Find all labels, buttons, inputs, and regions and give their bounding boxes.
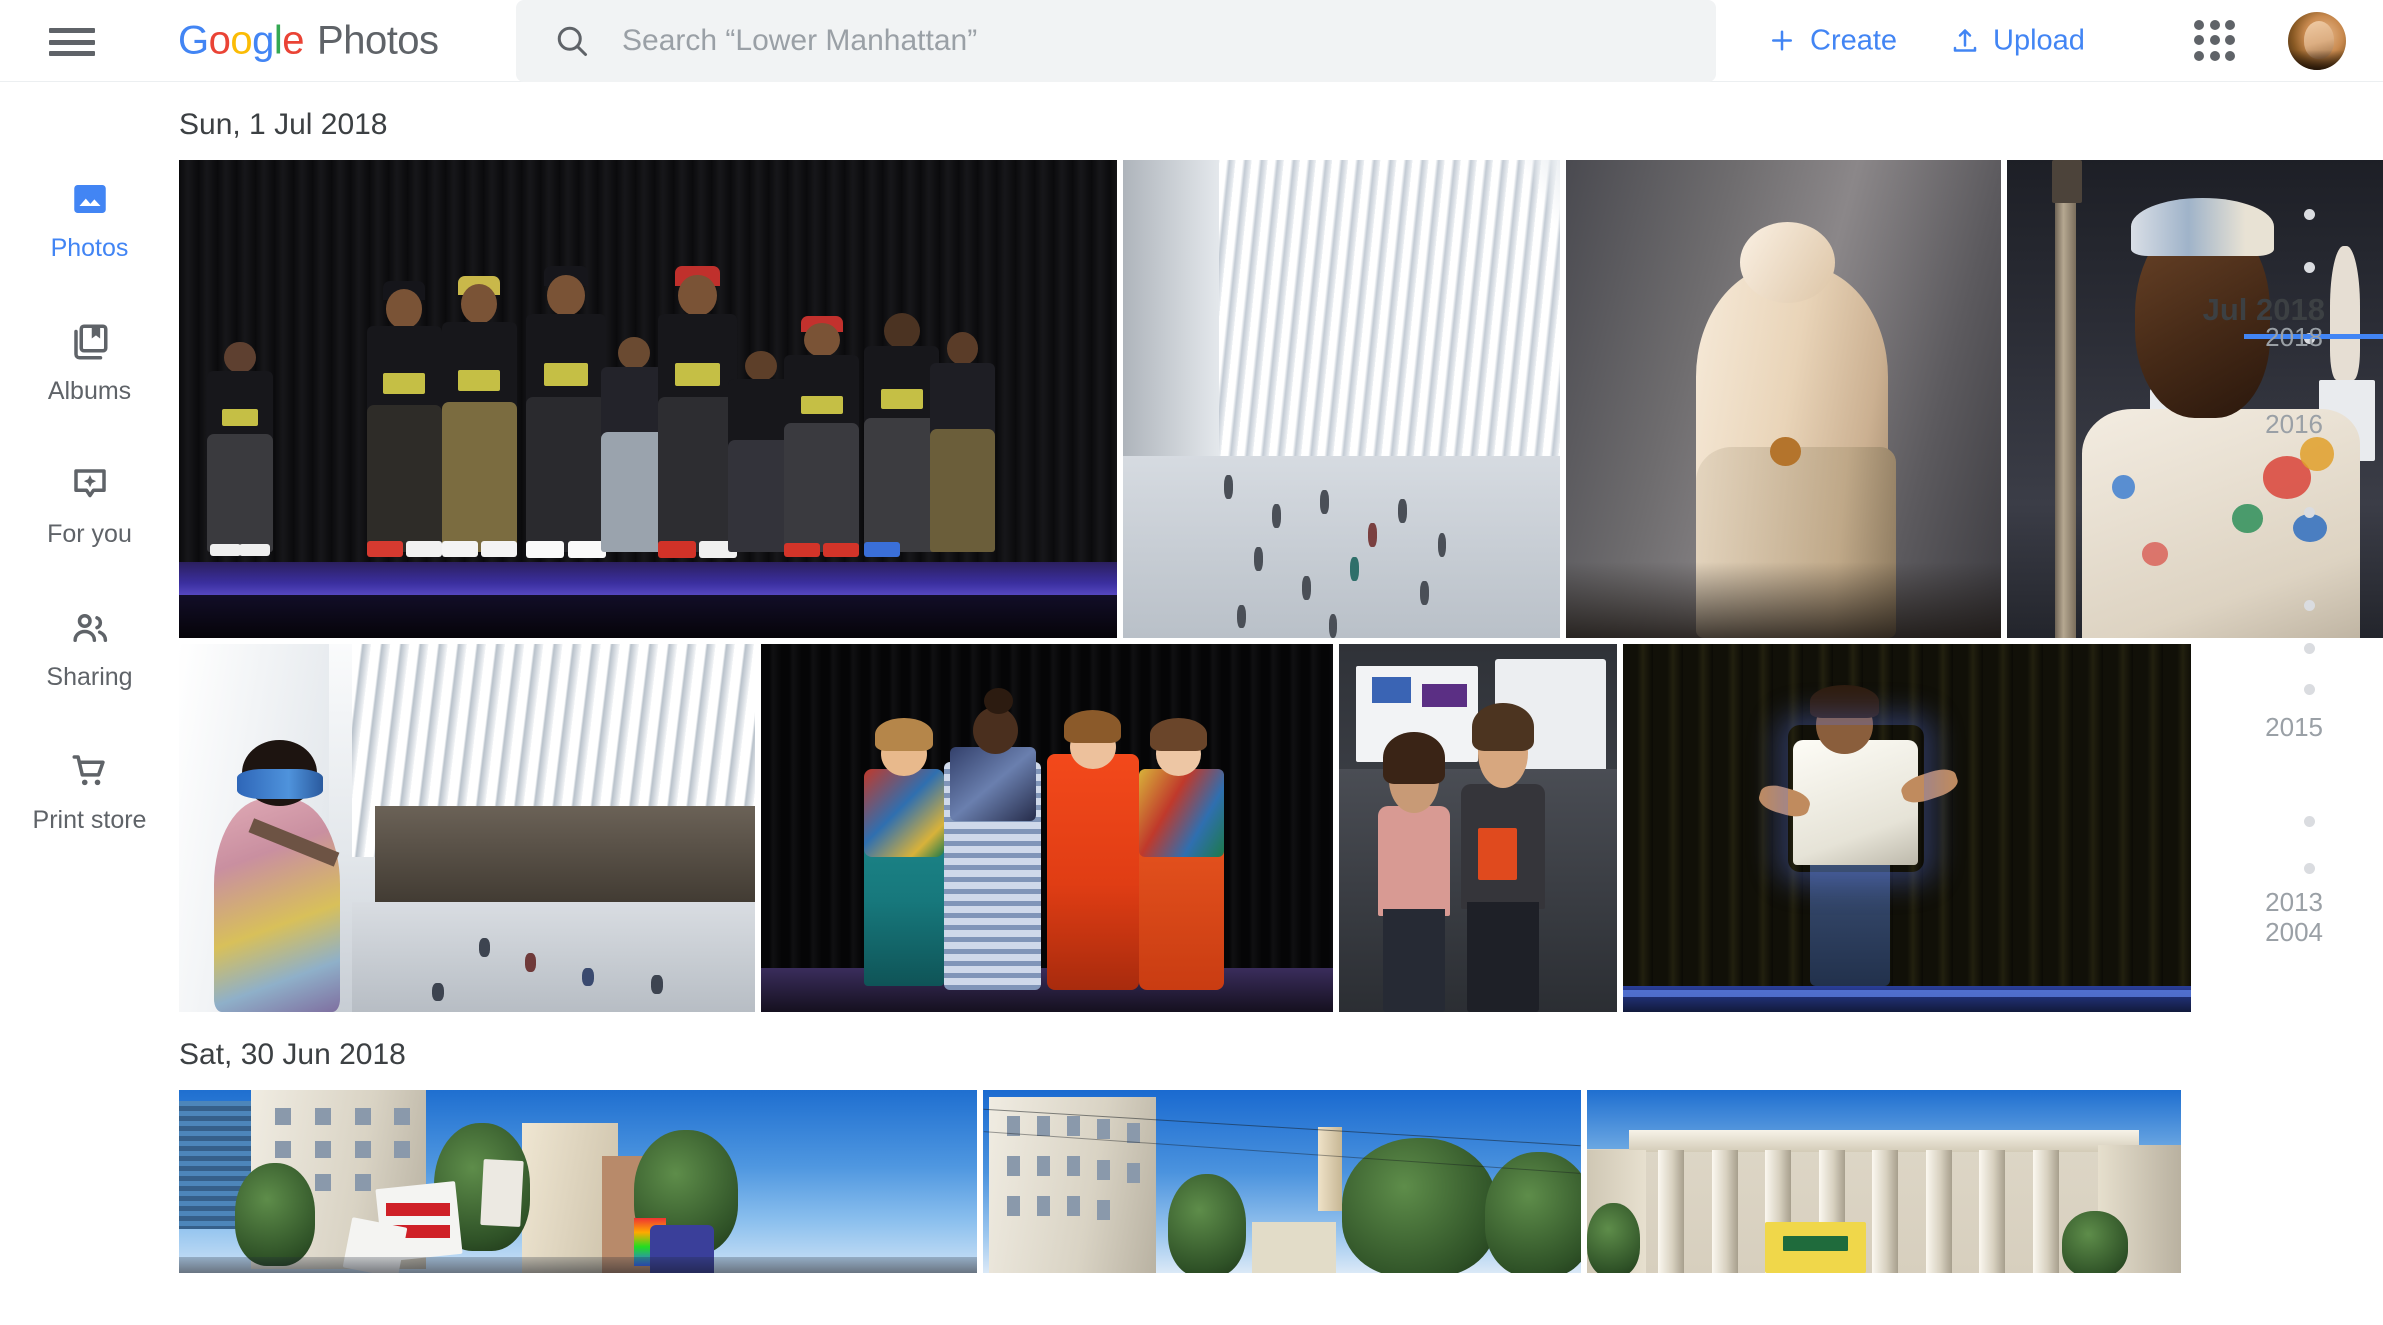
sidebar-item-label: Photos (50, 234, 129, 262)
scrubber-marker-dot[interactable] (2304, 600, 2315, 611)
photos-icon (69, 176, 111, 222)
search-input[interactable] (622, 24, 1522, 58)
photo-timeline: Sun, 1 Jul 2018 Sat, 30 Jun 2018 (179, 82, 2383, 1325)
apps-grid-dot (2209, 50, 2220, 61)
photo-couple-dancing-on-street[interactable] (1339, 644, 1617, 1012)
photo-thumbnail (983, 1090, 1581, 1273)
google-photos-logo[interactable]: G o o g l e Photos (178, 18, 439, 63)
sharing-icon (69, 605, 111, 651)
hamburger-bar (49, 28, 95, 33)
apps-grid-dot (2225, 50, 2236, 61)
scrubber-marker-dot[interactable] (2304, 863, 2315, 874)
logo-letter: G (178, 18, 209, 62)
logo-letter: g (252, 18, 274, 62)
photo-woman-overlooking-oculus-atrium[interactable] (179, 644, 755, 1012)
date-header: Sat, 30 Jun 2018 (179, 1038, 406, 1071)
scrubber-year-label[interactable]: 2018 (2265, 322, 2323, 353)
apps-grid-dot (2194, 50, 2204, 61)
scrubber-marker-dot[interactable] (2304, 816, 2315, 827)
photo-row (179, 160, 2383, 638)
photo-human-rights-protest-march[interactable] (179, 1090, 977, 1273)
upload-icon (1953, 29, 1977, 52)
search-icon (557, 26, 587, 56)
scrubber-year-label[interactable]: 2013 (2265, 887, 2323, 918)
upload-button[interactable]: Upload (1950, 24, 2085, 57)
photo-thumbnail (179, 1090, 977, 1273)
photo-thumbnail (1565, 160, 2001, 638)
scrubber-year-label[interactable]: 2004 (2265, 917, 2323, 948)
sidebar-navigation: Photos Albums For you Sharing Print stor… (0, 82, 179, 1325)
sidebar-item-albums[interactable]: Albums (0, 319, 179, 406)
hamburger-bar (49, 51, 95, 56)
scrubber-year-label[interactable]: 2015 (2265, 712, 2323, 743)
scrubber-marker-dot[interactable] (2304, 684, 2315, 695)
photo-thumbnail (179, 644, 755, 1012)
logo-letter: l (273, 18, 283, 62)
logo-product-name: Photos (317, 18, 439, 62)
photo-thumbnail (1339, 644, 1617, 1012)
photo-solo-dancer-white-shirt-stage[interactable] (1623, 644, 2191, 1012)
logo-letter: o (230, 18, 253, 62)
top-app-bar: G o o g l e Photos Create Upload (0, 0, 2383, 82)
logo-letter: e (282, 18, 305, 62)
create-button-label: Create (1810, 24, 1898, 56)
plus-icon (1772, 30, 1792, 51)
print-store-icon (69, 748, 111, 794)
avatar[interactable] (2288, 11, 2346, 70)
photo-marble-statue-with-apple[interactable] (1565, 160, 2001, 638)
apps-grid-dot (2209, 35, 2220, 46)
logo-letter: o (208, 18, 231, 62)
scrubber-marker-dot[interactable] (2304, 507, 2315, 518)
scrubber-marker-dot[interactable] (2304, 262, 2315, 273)
apps-grid-dot (2194, 35, 2204, 46)
apps-grid-icon[interactable] (2188, 14, 2242, 68)
sidebar-item-sharing[interactable]: Sharing (0, 605, 179, 692)
photo-thumbnail (179, 160, 1118, 638)
apps-grid-dot (2225, 19, 2236, 30)
photo-thumbnail (1623, 644, 2191, 1012)
upload-button-label: Upload (1993, 24, 2085, 56)
sidebar-item-print-store[interactable]: Print store (0, 748, 179, 835)
sidebar-item-label: Print store (32, 806, 147, 834)
photo-hip-hop-dance-crew-on-stage[interactable] (179, 160, 1118, 638)
scrubber-marker-dot[interactable] (2304, 643, 2315, 654)
scrubber-year-label[interactable]: 2016 (2265, 409, 2323, 440)
create-button[interactable]: Create (1767, 24, 1897, 57)
photo-city-street-with-art-deco-building[interactable] (983, 1090, 1581, 1273)
hamburger-bar (49, 39, 95, 45)
apps-grid-dot (2209, 19, 2220, 30)
sidebar-item-photos[interactable]: Photos (0, 176, 179, 263)
photo-row (179, 644, 2383, 1012)
photo-thumbnail (1123, 160, 1560, 638)
photo-row (179, 1090, 2383, 1273)
sidebar-item-label: For you (47, 520, 132, 548)
apps-grid-dot (2194, 19, 2204, 30)
sidebar-item-label: Sharing (46, 663, 133, 691)
albums-icon (69, 319, 111, 365)
for-you-icon (69, 462, 111, 508)
photo-thumbnail (761, 644, 1333, 1012)
photo-thumbnail (1587, 1090, 2181, 1273)
search-bar[interactable] (516, 0, 1716, 82)
timeline-scrubber[interactable]: Jul 2018 2018 2016 2015 2013 2004 (2194, 82, 2383, 1325)
date-header: Sun, 1 Jul 2018 (179, 108, 388, 141)
hamburger-menu-icon[interactable] (46, 24, 98, 60)
sidebar-item-label: Albums (47, 377, 132, 405)
photo-courthouse-columns-with-banner[interactable] (1587, 1090, 2181, 1273)
photo-four-dancers-colorful-outfits[interactable] (761, 644, 1333, 1012)
photo-oculus-interior-escalator[interactable] (1123, 160, 1560, 638)
scrubber-marker-dot[interactable] (2304, 209, 2315, 220)
sidebar-item-for-you[interactable]: For you (0, 462, 179, 549)
avatar-shadow (2288, 49, 2346, 70)
apps-grid-dot (2225, 35, 2236, 46)
